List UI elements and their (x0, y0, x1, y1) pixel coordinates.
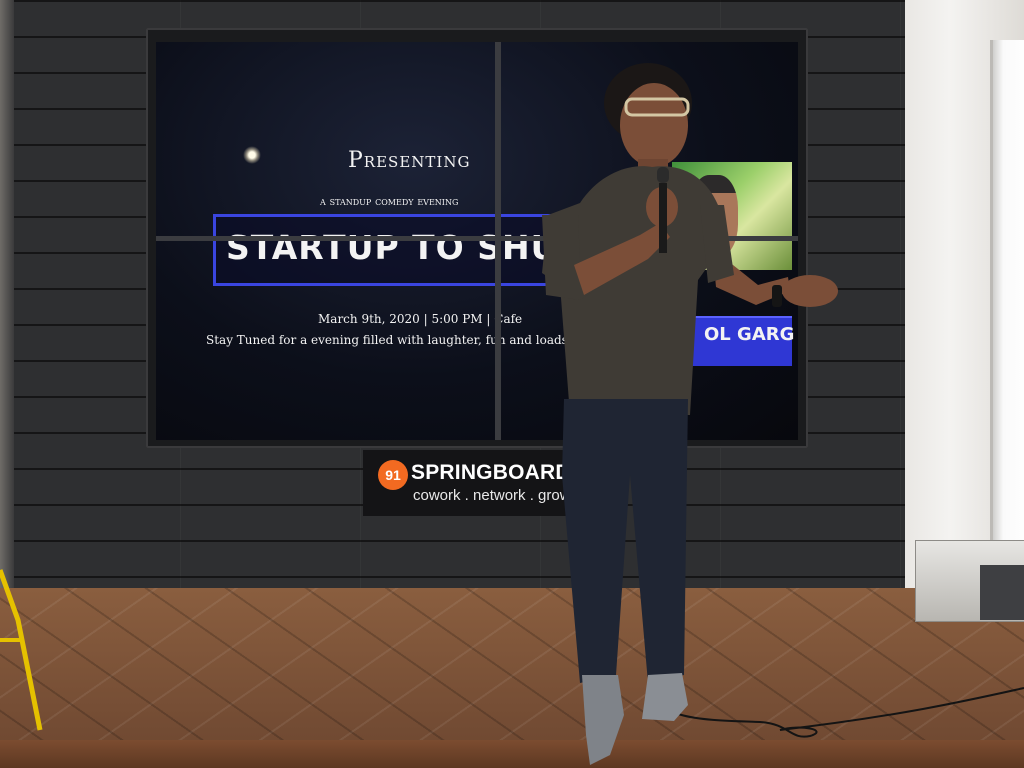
slide-presenting-text: Presenting (348, 148, 471, 173)
slide-subtitle: a standup comedy evening (320, 194, 459, 208)
audio-equipment-panel (980, 565, 1024, 620)
event-photo: Presenting a standup comedy evening STAR… (0, 0, 1024, 768)
logo-number-badge: 91 (378, 460, 408, 490)
wall-edge (0, 0, 14, 612)
window-frame (990, 40, 1024, 560)
stand-leg (0, 569, 43, 731)
light-reflection (243, 146, 261, 164)
speaker (542, 63, 838, 765)
slide-date-line: March 9th, 2020 | 5:00 PM | Cafe (318, 312, 523, 326)
screen-seam-vertical (495, 42, 501, 440)
